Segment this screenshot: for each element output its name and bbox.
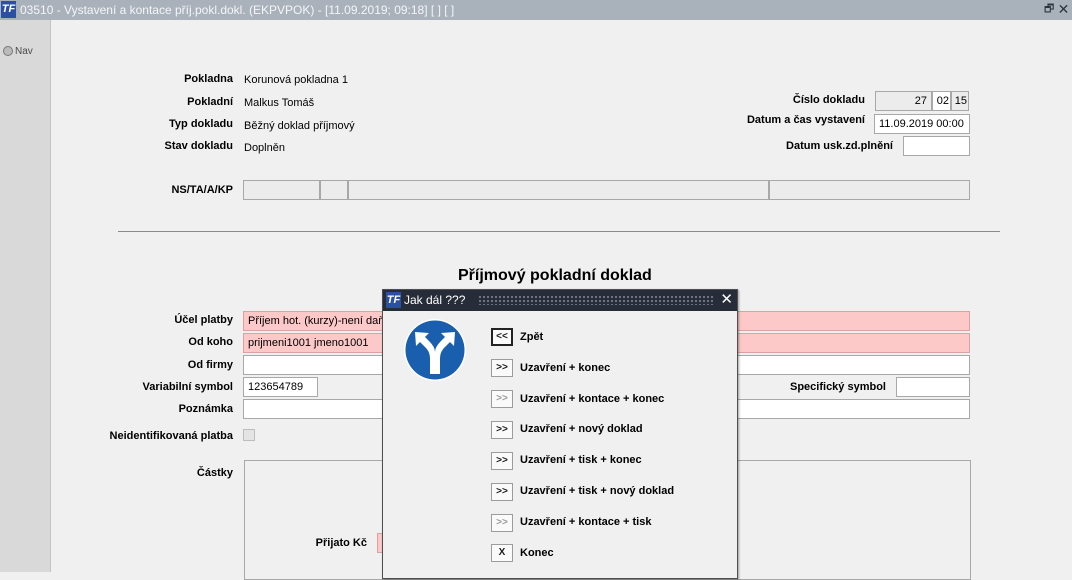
nav-radio-icon <box>3 46 13 57</box>
prijato-kc-label: Přijato Kč <box>315 537 367 549</box>
datum-usk-label: Datum usk.zd.plnění <box>786 140 893 152</box>
ta-field[interactable] <box>320 180 348 200</box>
uzavreni-kontace-konec-label: Uzavření + kontace + konec <box>520 393 665 405</box>
ns-ta-a-kp-label: NS/TA/A/KP <box>171 184 233 196</box>
specificky-symbol-label: Specifický symbol <box>790 381 886 393</box>
window-titlebar[interactable]: TF 03510 - Vystavení a kontace příj.pokl… <box>0 0 1072 20</box>
cislo-dokladu-part1: 27 <box>875 91 932 111</box>
zpet-button[interactable]: << <box>491 328 513 346</box>
cislo-dokladu-part2[interactable]: 02 <box>932 91 951 111</box>
datum-vystaveni-label: Datum a čas vystavení <box>746 114 865 126</box>
uzavreni-kontace-tisk-label: Uzavření + kontace + tisk <box>520 516 652 528</box>
app-logo-icon: TF <box>1 1 16 18</box>
pokladni-value: Malkus Tomáš <box>244 97 315 109</box>
typ-dokladu-value: Běžný doklad příjmový <box>244 120 355 132</box>
dialog-title: Jak dál ??? <box>404 293 466 307</box>
uzavreni-novy-doklad-label: Uzavření + nový doklad <box>520 423 643 435</box>
app-logo-icon: TF <box>386 292 401 308</box>
neidentifikovana-platba-checkbox[interactable] <box>243 429 255 441</box>
datum-vystaveni-field[interactable]: 11.09.2019 00:00 <box>874 114 970 134</box>
a-field[interactable] <box>348 180 769 200</box>
uzavreni-kontace-tisk-button[interactable]: >> <box>491 514 513 532</box>
uzavreni-konec-button[interactable]: >> <box>491 359 513 377</box>
section-divider <box>118 231 1000 232</box>
stav-dokladu-label: Stav dokladu <box>164 140 233 152</box>
window-title: 03510 - Vystavení a kontace příj.pokl.do… <box>20 3 455 17</box>
ns-field[interactable] <box>243 180 320 200</box>
section-heading: Příjmový pokladní doklad <box>458 267 652 284</box>
uzavreni-novy-doklad-button[interactable]: >> <box>491 421 513 439</box>
uzavreni-kontace-konec-button[interactable]: >> <box>491 390 513 408</box>
od-koho-label: Od koho <box>188 336 233 348</box>
pokladni-label: Pokladní <box>187 96 233 108</box>
pokladna-label: Pokladna <box>184 73 233 85</box>
specificky-symbol-field[interactable] <box>896 377 970 397</box>
kp-field[interactable] <box>769 180 970 200</box>
ucel-platby-label: Účel platby <box>174 314 233 326</box>
titlebar-grip-pattern <box>478 295 714 305</box>
left-navigation-bar: Nav <box>0 20 51 572</box>
dialog-close-icon[interactable]: ✕ <box>720 291 733 309</box>
cislo-dokladu-part3: 15 <box>951 91 969 111</box>
neidentifikovana-platba-label: Neidentifikovaná platba <box>109 430 233 442</box>
od-firmy-label: Od firmy <box>187 359 233 371</box>
nav-button[interactable]: Nav <box>1 46 35 62</box>
datum-usk-field[interactable] <box>903 136 970 156</box>
stav-dokladu-value: Doplněn <box>244 142 285 154</box>
close-icon[interactable]: ✕ <box>1057 1 1070 17</box>
typ-dokladu-label: Typ dokladu <box>169 118 233 130</box>
poznamka-label: Poznámka <box>178 403 233 415</box>
dialog-titlebar[interactable]: TF Jak dál ??? ✕ <box>383 290 737 311</box>
uzavreni-tisk-konec-button[interactable]: >> <box>491 452 513 470</box>
zpet-label: Zpět <box>520 331 544 343</box>
konec-label: Konec <box>520 547 554 559</box>
cislo-dokladu-label: Číslo dokladu <box>792 94 865 106</box>
nav-label: Nav <box>15 46 33 57</box>
variabilni-symbol-label: Variabilní symbol <box>142 381 233 393</box>
pokladna-value: Korunová pokladna 1 <box>244 74 348 86</box>
variabilni-symbol-field[interactable]: 123654789 <box>243 377 318 397</box>
uzavreni-tisk-novy-doklad-button[interactable]: >> <box>491 483 513 501</box>
restore-icon[interactable]: 🗗 <box>1044 3 1056 15</box>
turn-left-or-right-sign-icon <box>404 319 466 381</box>
uzavreni-tisk-konec-label: Uzavření + tisk + konec <box>520 454 642 466</box>
uzavreni-tisk-novy-doklad-label: Uzavření + tisk + nový doklad <box>520 485 675 497</box>
uzavreni-konec-label: Uzavření + konec <box>520 362 611 374</box>
jak-dal-dialog: TF Jak dál ??? ✕ << Zpět >> Uzavření + k… <box>382 289 738 579</box>
castky-label: Částky <box>196 467 233 479</box>
konec-button[interactable]: X <box>491 544 513 562</box>
